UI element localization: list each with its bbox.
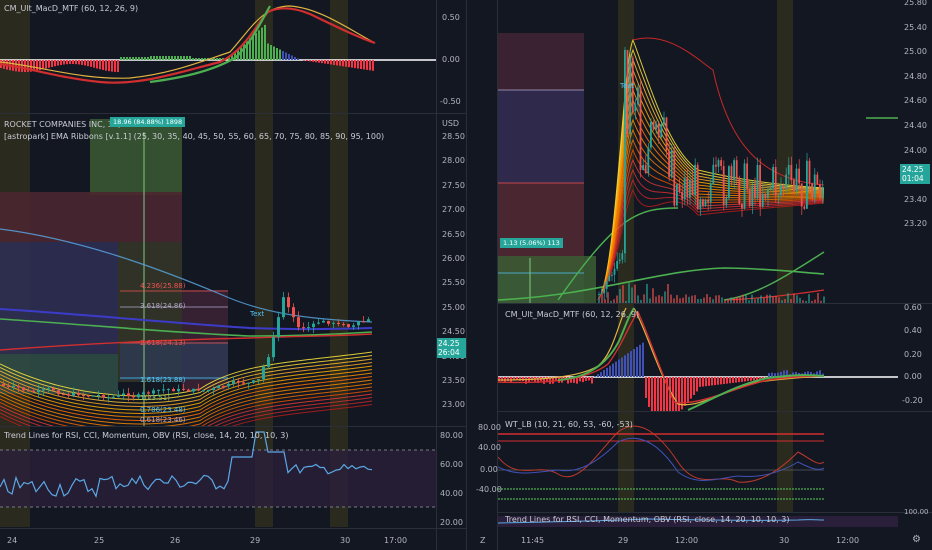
price-tick: 25.80 [904, 0, 927, 7]
right-macd-tick: 0.40 [904, 326, 922, 335]
price-tick: 23.50 [442, 376, 465, 385]
right-measure-badge: 1.13 (5.06%) 113 [500, 238, 563, 248]
left-ribbon-title: [astropark] EMA Ribbons [v.1.1] (25, 30,… [4, 132, 385, 141]
x-tick: 17:00 [384, 536, 408, 545]
price-tick: 25.40 [904, 22, 927, 32]
fib-label: 1(23.51) [140, 394, 170, 402]
left-price-pane[interactable]: ROCKET COMPANIES INC, 30, C [astropark] … [0, 114, 436, 426]
currency-label: USD [442, 119, 460, 128]
price-tick: 27.00 [442, 205, 465, 215]
price-tick: 28.50 [442, 132, 465, 141]
price-tick: 23.00 [442, 400, 465, 410]
rsi-tick: 60.00 [440, 460, 463, 469]
x-tick: 29 [618, 536, 629, 545]
price-tick: 25.00 [904, 47, 927, 57]
price-tick: 24.80 [904, 71, 927, 81]
price-tick: 23.40 [904, 194, 927, 204]
fib-label: 2.618(24.13) [140, 339, 186, 347]
right-macd-pane[interactable]: CM_Ult_MacD_MTF (60, 12, 26, 9) [498, 304, 898, 411]
right-macd-tick: -0.20 [902, 396, 923, 405]
fib-label: 0.618(23.46) [140, 416, 186, 424]
price-tick: 24.60 [904, 96, 927, 106]
left-macd-pane[interactable]: CM_Ult_MacD_MTF (60, 12, 26, 9) [0, 0, 436, 113]
fib-label: 0.786(23.48) [140, 406, 186, 414]
wt-tick: 80.00 [478, 423, 501, 432]
right-price-plot [498, 0, 898, 303]
left-price-plot [0, 114, 373, 426]
price-tick: 24.50 [442, 327, 465, 337]
left-macd-tick: -0.50 [440, 97, 461, 106]
left-text-label: Text [250, 310, 265, 318]
x-tick: 26 [170, 536, 181, 545]
settings-button[interactable]: ⚙ [912, 534, 921, 545]
x-tick: 30 [779, 536, 790, 545]
left-measure-badge: 18.96 (84.88%) 1898 [110, 117, 186, 127]
right-rsi-tick: 100.00 [904, 508, 929, 516]
right-price-pane[interactable]: Text 1.13 (5.06%) 113 [498, 0, 898, 303]
wt-tick: 0.00 [480, 465, 498, 474]
wt-tick: -40.00 [476, 485, 502, 494]
right-macd-title: CM_Ult_MacD_MTF (60, 12, 26, 9) [505, 310, 640, 319]
x-tick: 11:45 [521, 536, 545, 545]
rsi-tick: 80.00 [440, 431, 463, 440]
x-tick: 25 [94, 536, 105, 545]
left-rsi-plot [0, 427, 436, 527]
right-macd-tick: 0.00 [904, 372, 922, 381]
price-tick: 24.40 [904, 121, 927, 130]
zoom-reset-button[interactable]: Z [480, 536, 485, 545]
price-tick: 25.00 [442, 302, 465, 312]
left-rsi-pane[interactable]: Trend Lines for RSI, CCI, Momentum, OBV … [0, 427, 436, 527]
x-tick: 12:00 [836, 536, 860, 545]
rsi-tick: 20.00 [440, 518, 463, 527]
x-tick: 30 [340, 536, 351, 545]
right-rsi-pane[interactable]: Trend Lines for RSI, CCI, Momentum, OBV … [498, 513, 898, 530]
left-price-tag: 24.25 26:04 [436, 338, 466, 358]
fib-label: 1.618(23.88) [140, 376, 186, 384]
x-tick: 12:00 [675, 536, 699, 545]
right-macd-tick: 0.20 [904, 350, 922, 359]
price-tick: 25.50 [442, 278, 465, 288]
left-macd-tick: 0.50 [442, 13, 460, 22]
x-tick: 24 [7, 536, 18, 545]
right-rsi-title: Trend Lines for RSI, CCI, Momentum, OBV … [505, 515, 790, 524]
right-wt-title: WT_LB (10, 21, 60, 53, -60, -53) [505, 420, 633, 429]
macd-histogram [0, 24, 374, 72]
price-tick: 24.00 [904, 145, 927, 155]
right-macd-plot [498, 304, 898, 411]
right-macd-tick: 0.60 [904, 303, 922, 312]
price-tick: 23.20 [904, 219, 927, 229]
price-tick: 26.50 [442, 229, 465, 239]
fib-label: 3.618(24.86) [140, 302, 186, 310]
right-price-tag: 24.25 01:04 [900, 164, 930, 184]
left-rsi-title: Trend Lines for RSI, CCI, Momentum, OBV … [4, 431, 289, 440]
left-macd-plot [0, 0, 436, 113]
right-text-label: Text [620, 82, 635, 90]
price-tick: 28.00 [442, 156, 465, 166]
left-macd-tick: 0.00 [442, 55, 460, 64]
x-tick: 29 [250, 536, 261, 545]
rsi-tick: 40.00 [440, 489, 463, 498]
price-tick: 27.50 [442, 180, 465, 190]
left-macd-title: CM_Ult_MacD_MTF (60, 12, 26, 9) [4, 4, 139, 13]
wt-tick: 40.00 [478, 443, 501, 452]
right-wt-pane[interactable]: WT_LB (10, 21, 60, 53, -60, -53) [498, 412, 898, 512]
price-tick: 26.00 [442, 254, 465, 263]
fib-label: 4.236(25.88) [140, 282, 186, 290]
